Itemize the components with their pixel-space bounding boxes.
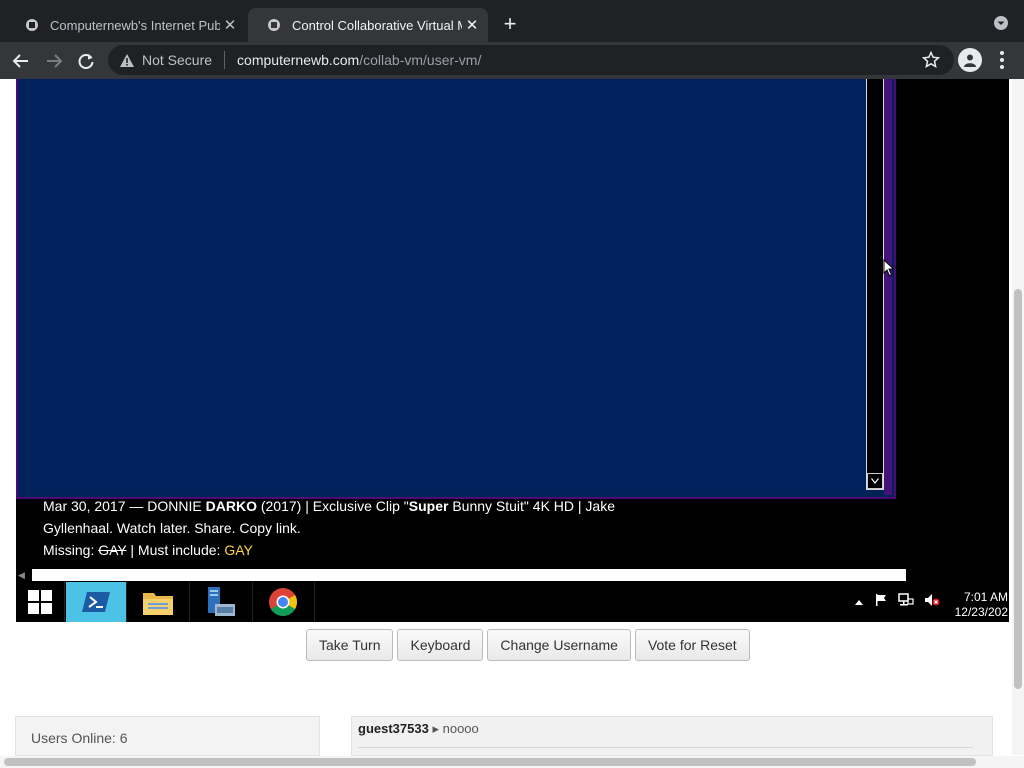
profile-avatar-icon[interactable] bbox=[958, 48, 982, 72]
snippet-line-3: Missing: GAY | Must include: GAY bbox=[43, 542, 253, 558]
chat-arrow-icon: ▸ bbox=[432, 721, 439, 736]
tab-favicon-icon bbox=[24, 17, 40, 33]
page-vertical-scrollbar[interactable] bbox=[1012, 79, 1024, 755]
volume-muted-icon[interactable] bbox=[924, 593, 940, 612]
reload-icon[interactable] bbox=[73, 48, 99, 74]
network-icon[interactable] bbox=[898, 592, 914, 612]
bookmark-star-icon[interactable] bbox=[921, 50, 941, 69]
tab-title: Control Collaborative Virtual M bbox=[292, 17, 462, 33]
address-bar[interactable]: Not Secure computernewb.com/collab-vm/us… bbox=[108, 45, 954, 75]
action-center-flag-icon[interactable] bbox=[874, 593, 888, 612]
snippet-line-1: Mar 30, 2017 — DONNIE DARKO (2017) | Exc… bbox=[43, 498, 616, 514]
vm-vertical-scrollbar[interactable] bbox=[866, 79, 884, 490]
tab-internet-pub[interactable]: Computernewb's Internet Pub ✕ bbox=[6, 8, 246, 42]
snippet-line-2: Gyllenhaal. Watch later. Share. Copy lin… bbox=[43, 520, 301, 536]
vm-display[interactable]: Mar 30, 2017 — DONNIE DARKO (2017) | Exc… bbox=[16, 79, 1009, 622]
browser-menu-icon[interactable] bbox=[994, 50, 1010, 70]
tab-title: Computernewb's Internet Pub bbox=[50, 17, 220, 33]
url-text[interactable]: computernewb.com/collab-vm/user-vm/ bbox=[237, 52, 481, 68]
change-username-button[interactable]: Change Username bbox=[487, 629, 631, 661]
scroll-thumb[interactable] bbox=[32, 569, 906, 581]
tab-favicon-icon bbox=[266, 17, 282, 33]
keyboard-button[interactable]: Keyboard bbox=[397, 629, 484, 661]
tab-close-icon[interactable]: ✕ bbox=[462, 15, 482, 35]
warning-icon[interactable] bbox=[118, 51, 136, 69]
window-border bbox=[884, 79, 892, 495]
mouse-cursor-icon bbox=[883, 259, 895, 277]
vm-window-content[interactable] bbox=[18, 79, 866, 495]
divider bbox=[358, 747, 973, 748]
back-icon[interactable] bbox=[8, 48, 34, 74]
new-tab-icon[interactable]: + bbox=[498, 11, 522, 36]
scroll-left-icon[interactable]: ◀ bbox=[18, 570, 25, 581]
scroll-down-icon[interactable] bbox=[867, 473, 883, 489]
show-hidden-icons-icon[interactable] bbox=[854, 593, 864, 611]
tab-bar: Computernewb's Internet Pub ✕ Control Co… bbox=[0, 0, 1024, 42]
file-explorer-icon[interactable] bbox=[127, 582, 190, 622]
vm-horizontal-scrollbar[interactable]: ◀ bbox=[16, 568, 1009, 582]
search-result-snippet: Mar 30, 2017 — DONNIE DARKO (2017) | Exc… bbox=[43, 495, 643, 561]
security-label[interactable]: Not Secure bbox=[142, 52, 212, 68]
windows-taskbar: 7:01 AM 12/23/202 bbox=[16, 582, 1009, 622]
divider bbox=[224, 51, 226, 69]
powershell-icon[interactable] bbox=[66, 582, 127, 622]
clock-time: 7:01 AM bbox=[963, 590, 1008, 604]
tab-collab-vm[interactable]: Control Collaborative Virtual M ✕ bbox=[248, 8, 488, 42]
server-manager-icon[interactable] bbox=[190, 582, 253, 622]
take-turn-button[interactable]: Take Turn bbox=[306, 629, 394, 661]
windows-start-icon[interactable] bbox=[16, 582, 65, 622]
scroll-thumb[interactable] bbox=[4, 758, 976, 766]
system-tray bbox=[854, 582, 940, 622]
forward-icon[interactable] bbox=[41, 48, 67, 74]
chat-panel: guest37533 ▸ noooo bbox=[351, 716, 993, 756]
vm-controls: Take Turn Keyboard Change Username Vote … bbox=[306, 629, 750, 661]
tab-search-icon[interactable] bbox=[991, 13, 1011, 33]
vote-reset-button[interactable]: Vote for Reset bbox=[634, 629, 750, 661]
vm-app-window[interactable] bbox=[16, 79, 896, 499]
chrome-icon[interactable] bbox=[252, 582, 315, 622]
chat-text: noooo bbox=[442, 721, 479, 736]
scroll-thumb[interactable] bbox=[1014, 289, 1022, 689]
taskbar-clock[interactable]: 7:01 AM 12/23/202 bbox=[952, 590, 1008, 620]
users-online-label: Users Online: 6 bbox=[31, 730, 128, 746]
clock-date: 12/23/202 bbox=[954, 605, 1008, 619]
chat-username: guest37533 bbox=[358, 721, 429, 736]
users-online-panel: Users Online: 6 bbox=[15, 716, 320, 756]
chat-message: guest37533 ▸ noooo bbox=[358, 721, 479, 737]
tab-close-icon[interactable]: ✕ bbox=[220, 15, 240, 35]
page-horizontal-scrollbar[interactable] bbox=[0, 756, 1024, 768]
